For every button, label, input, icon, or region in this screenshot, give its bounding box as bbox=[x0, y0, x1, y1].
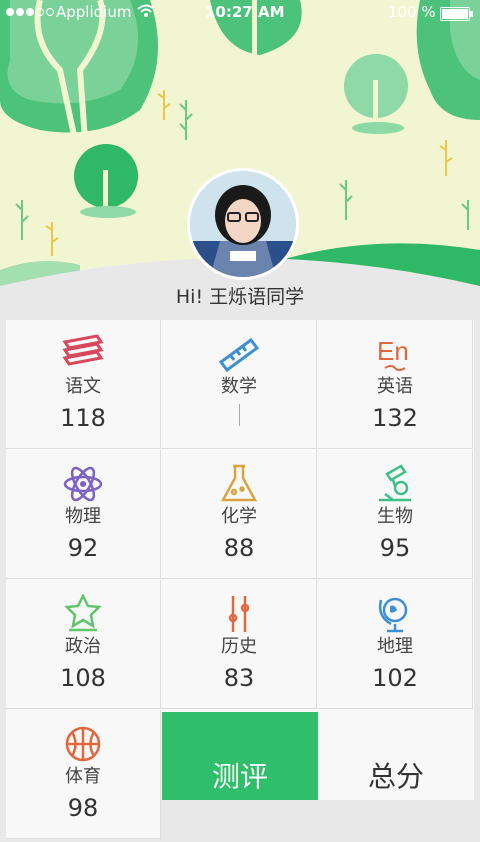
subject-cell-history[interactable]: 历史 83 bbox=[162, 580, 317, 709]
avatar-photo bbox=[190, 171, 296, 277]
subject-score: 95 bbox=[379, 534, 411, 562]
greeting-text: Hi! 王烁语同学 bbox=[175, 286, 305, 308]
subject-cell-physics[interactable]: 物理 92 bbox=[6, 450, 161, 579]
subject-cell-politics[interactable]: 政治 108 bbox=[6, 580, 161, 709]
microscope-icon bbox=[379, 464, 411, 502]
status-bar: Applidium 10:27 AM 100 % bbox=[0, 0, 480, 26]
scroll-icon bbox=[228, 596, 250, 632]
subject-score: 102 bbox=[372, 664, 418, 692]
subject-label: 语文 bbox=[65, 376, 101, 397]
subject-cell-chemistry[interactable]: 化学 88 bbox=[162, 450, 317, 579]
subject-score: 132 bbox=[372, 404, 418, 432]
svg-text:En: En bbox=[377, 336, 409, 366]
subject-cell-chinese[interactable]: 语文 118 bbox=[6, 320, 161, 449]
carrier-name: Applidium bbox=[56, 3, 132, 21]
star-badge-icon bbox=[64, 594, 102, 632]
clock: 10:27 AM bbox=[205, 3, 285, 21]
subject-score: 108 bbox=[60, 664, 106, 692]
subject-score bbox=[162, 404, 316, 432]
subject-cell-pe[interactable]: 体育 98 bbox=[6, 710, 161, 839]
books-icon bbox=[62, 334, 104, 366]
flask-icon bbox=[220, 464, 258, 502]
signal-icon bbox=[6, 8, 54, 16]
avatar[interactable] bbox=[187, 168, 299, 280]
subject-label: 历史 bbox=[221, 636, 257, 657]
wifi-icon bbox=[137, 4, 155, 22]
subject-score: 98 bbox=[67, 794, 99, 822]
en-icon: En bbox=[377, 336, 409, 371]
battery-icon bbox=[440, 7, 473, 21]
subject-cell-biology[interactable]: 生物 95 bbox=[318, 450, 473, 579]
total-score-button[interactable]: 总分 bbox=[318, 712, 474, 800]
subject-label: 政治 bbox=[65, 636, 101, 657]
evaluate-button[interactable]: 测评 bbox=[162, 712, 318, 800]
basketball-icon bbox=[65, 726, 101, 762]
subject-cell-english[interactable]: En 英语 132 bbox=[318, 320, 473, 449]
subject-cell-geography[interactable]: 地理 102 bbox=[318, 580, 473, 709]
subject-label: 地理 bbox=[377, 636, 413, 657]
ruler-icon bbox=[218, 337, 260, 373]
subject-score: 83 bbox=[223, 664, 255, 692]
subject-label: 数学 bbox=[221, 376, 257, 397]
globe-icon bbox=[378, 597, 408, 633]
subject-score: 92 bbox=[67, 534, 99, 562]
subject-score: 118 bbox=[60, 404, 106, 432]
subject-label: 生物 bbox=[377, 506, 413, 527]
subject-cell-math[interactable]: 数学 bbox=[162, 320, 317, 449]
subject-label: 英语 bbox=[377, 376, 413, 397]
subject-label: 化学 bbox=[221, 506, 257, 527]
subject-score: 88 bbox=[223, 534, 255, 562]
atom-icon bbox=[63, 466, 103, 502]
subject-label: 物理 bbox=[65, 506, 101, 527]
subject-label: 体育 bbox=[65, 766, 101, 787]
battery-percent: 100 % bbox=[388, 3, 436, 21]
